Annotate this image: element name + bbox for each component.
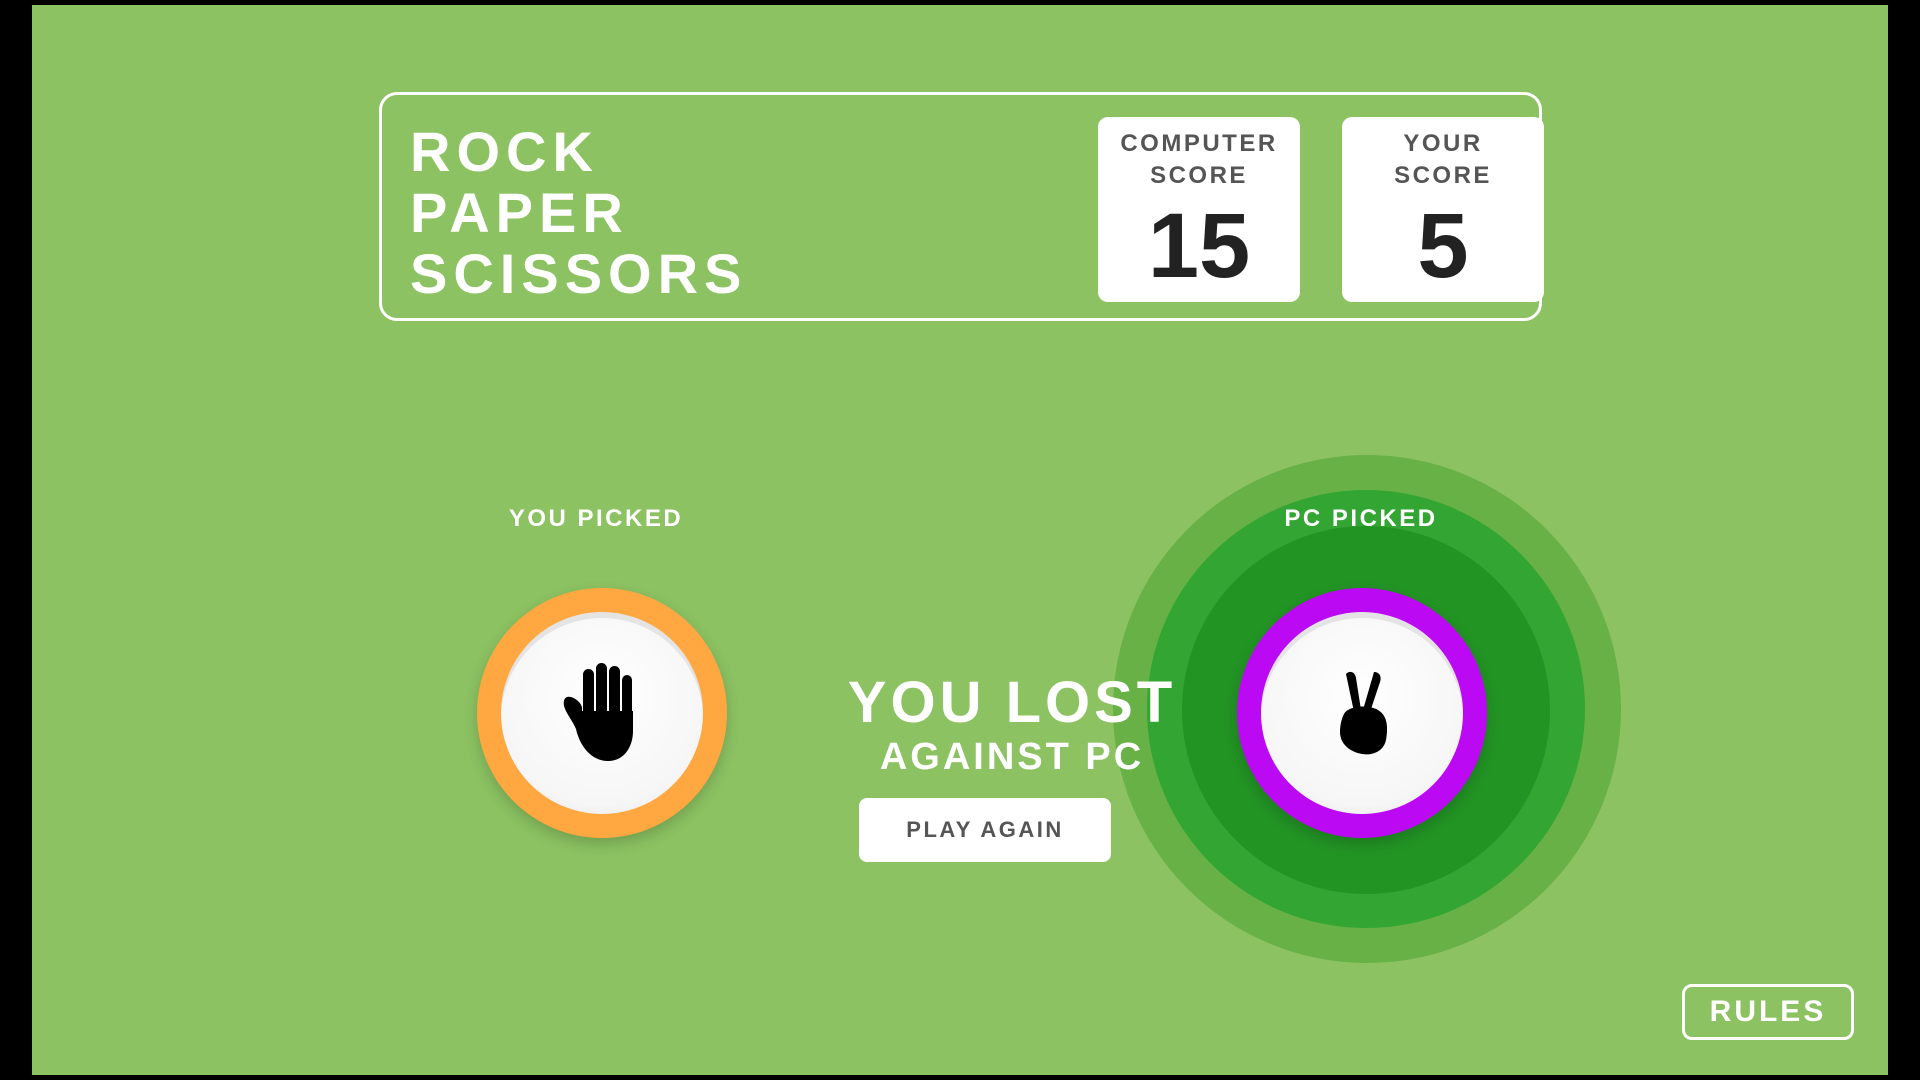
game-screen: ROCK PAPER SCISSORS COMPUTER SCORE 15 YO… <box>32 5 1888 1075</box>
game-title: ROCK PAPER SCISSORS <box>410 121 747 304</box>
pc-pick-scissors <box>1237 588 1487 838</box>
user-pick-paper <box>477 588 727 838</box>
result-headline: YOU LOST <box>847 670 1177 735</box>
computer-score-box: COMPUTER SCORE 15 <box>1098 117 1300 302</box>
play-again-button[interactable]: PLAY AGAIN <box>859 798 1111 862</box>
title-line-scissors: SCISSORS <box>410 242 748 305</box>
header-panel: ROCK PAPER SCISSORS COMPUTER SCORE 15 YO… <box>379 92 1544 321</box>
user-score-box: YOUR SCORE 5 <box>1342 117 1544 302</box>
result-subtitle: AGAINST PC <box>879 736 1145 778</box>
computer-score-value: 15 <box>1147 195 1251 297</box>
pc-pick-inner <box>1261 612 1463 814</box>
computer-score-label: COMPUTER SCORE <box>1120 130 1278 189</box>
user-score-value: 5 <box>1417 195 1469 297</box>
user-pick-label: YOU PICKED <box>508 505 684 532</box>
hand-scissors-icon <box>1340 671 1388 755</box>
user-pick-inner <box>501 612 703 814</box>
rules-button[interactable]: RULES <box>1682 984 1854 1040</box>
title-line-paper: PAPER <box>410 181 629 244</box>
title-line-rock: ROCK <box>410 120 599 183</box>
hand-paper-icon <box>563 663 633 761</box>
pc-pick-label: PC PICKED <box>1284 505 1438 532</box>
user-score-label: YOUR SCORE <box>1394 130 1492 189</box>
